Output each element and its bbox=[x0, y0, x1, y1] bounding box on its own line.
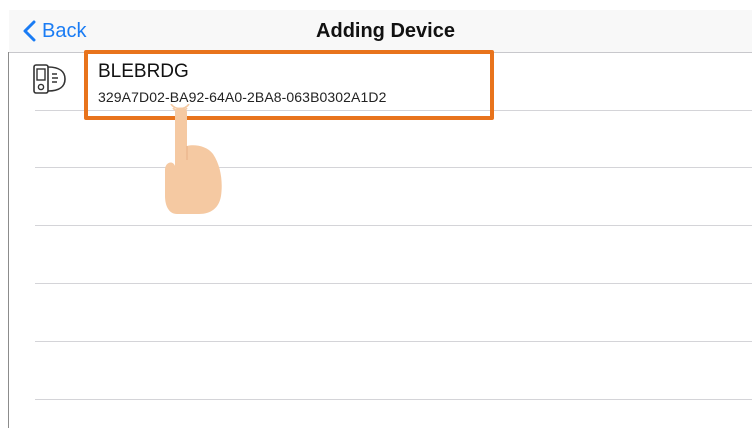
empty-row bbox=[35, 342, 752, 400]
page-title: Adding Device bbox=[316, 20, 455, 42]
device-uuid: 329A7D02-BA92-64A0-2BA8-063B0302A1D2 bbox=[98, 89, 387, 105]
bluetooth-device-icon bbox=[33, 64, 66, 94]
navigation-bar: Back Adding Device bbox=[9, 10, 752, 53]
adding-device-screen: Back Adding Device BLEBRDG 329A7D02-BA92… bbox=[0, 0, 752, 428]
device-list: BLEBRDG 329A7D02-BA92-64A0-2BA8-063B0302… bbox=[9, 53, 752, 400]
empty-row bbox=[35, 168, 752, 226]
device-name: BLEBRDG bbox=[98, 61, 189, 82]
empty-row bbox=[35, 110, 752, 168]
empty-row bbox=[35, 226, 752, 284]
device-list-item[interactable]: BLEBRDG 329A7D02-BA92-64A0-2BA8-063B0302… bbox=[9, 53, 752, 111]
empty-row bbox=[35, 284, 752, 342]
